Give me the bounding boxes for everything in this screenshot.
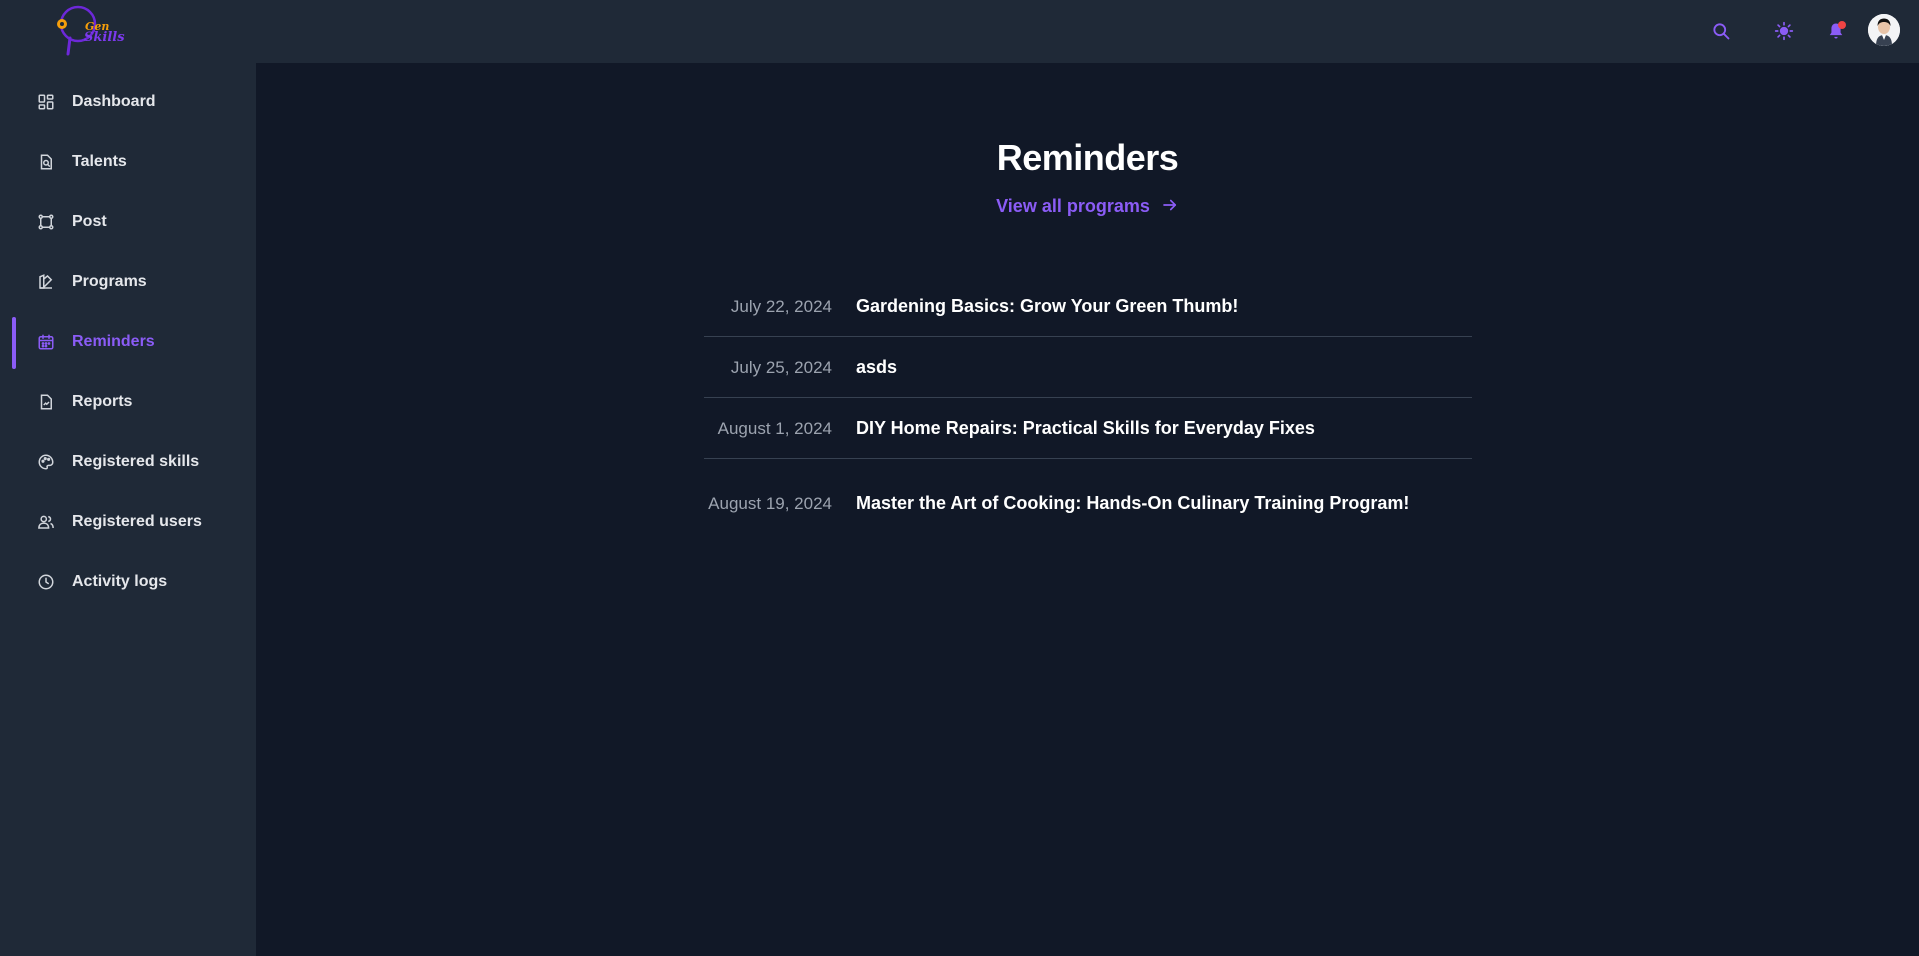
search-icon (1713, 23, 1730, 40)
sun-icon (1774, 21, 1794, 41)
notifications-button[interactable] (1823, 18, 1849, 44)
sidebar-item-label: Registered users (72, 513, 202, 530)
avatar-image (1868, 14, 1900, 46)
sidebar-item-label: Reminders (72, 333, 155, 350)
clock-icon (36, 572, 56, 592)
theme-toggle-button[interactable] (1771, 18, 1797, 44)
reminder-row[interactable]: July 25, 2024 asds (704, 337, 1472, 398)
view-all-programs-label: View all programs (996, 196, 1150, 216)
reminder-title[interactable]: asds (856, 357, 897, 378)
reports-icon (36, 392, 56, 412)
dashboard-icon (36, 92, 56, 112)
users-icon (36, 512, 56, 532)
reminder-row[interactable]: July 22, 2024 Gardening Basics: Grow You… (704, 276, 1472, 337)
sidebar-item-label: Programs (72, 273, 147, 290)
sidebar-item-reports[interactable]: Reports (0, 377, 256, 427)
gen-skills-logo[interactable]: Gen Skills (40, 2, 130, 58)
search-button[interactable] (1708, 18, 1734, 44)
palette-icon (36, 452, 56, 472)
sidebar-item-talents[interactable]: Talents (0, 137, 256, 187)
reminder-date: July 22, 2024 (730, 296, 832, 316)
sidebar-item-programs[interactable]: Programs (0, 257, 256, 307)
logo-text-skills: Skills (84, 30, 125, 45)
talents-icon (36, 152, 56, 172)
page-title: Reminders (996, 137, 1179, 178)
top-bar: Gen Skills (0, 0, 1919, 63)
sidebar-item-label: Registered skills (72, 453, 200, 470)
sidebar-item-reminders[interactable]: Reminders (0, 317, 256, 367)
sidebar-item-activity-logs[interactable]: Activity logs (0, 557, 256, 607)
notification-badge (1838, 21, 1846, 29)
reminder-list: July 22, 2024 Gardening Basics: Grow You… (704, 276, 1472, 547)
reminder-title[interactable]: Master the Art of Cooking: Hands-On Culi… (856, 493, 1409, 514)
reminder-date: August 19, 2024 (708, 493, 832, 513)
arrow-right-icon (1161, 196, 1179, 219)
programs-icon (36, 272, 56, 292)
reminder-title[interactable]: DIY Home Repairs: Practical Skills for E… (856, 418, 1315, 439)
reminder-date: August 1, 2024 (717, 418, 832, 438)
calendar-icon (36, 332, 56, 352)
sidebar-item-label: Post (72, 213, 107, 230)
user-avatar[interactable] (1868, 14, 1900, 46)
post-icon (36, 212, 56, 232)
sidebar-item-registered-skills[interactable]: Registered skills (0, 437, 256, 487)
sidebar-item-label: Talents (72, 153, 127, 170)
sidebar-item-label: Dashboard (72, 93, 156, 110)
main-content: Reminders View all programs July 22, 202… (256, 63, 1919, 956)
sidebar-item-label: Activity logs (72, 573, 168, 590)
sidebar: Dashboard Talents Post Programs Reminder… (0, 63, 256, 956)
reminder-date: July 25, 2024 (730, 357, 832, 377)
reminder-title[interactable]: Gardening Basics: Grow Your Green Thumb! (856, 296, 1238, 317)
reminder-row[interactable]: August 19, 2024 Master the Art of Cookin… (704, 459, 1472, 547)
sidebar-item-registered-users[interactable]: Registered users (0, 497, 256, 547)
sidebar-item-label: Reports (72, 393, 133, 410)
sidebar-item-dashboard[interactable]: Dashboard (0, 77, 256, 127)
reminder-row[interactable]: August 1, 2024 DIY Home Repairs: Practic… (704, 398, 1472, 459)
sidebar-item-post[interactable]: Post (0, 197, 256, 247)
view-all-programs-link[interactable]: View all programs (256, 196, 1919, 219)
